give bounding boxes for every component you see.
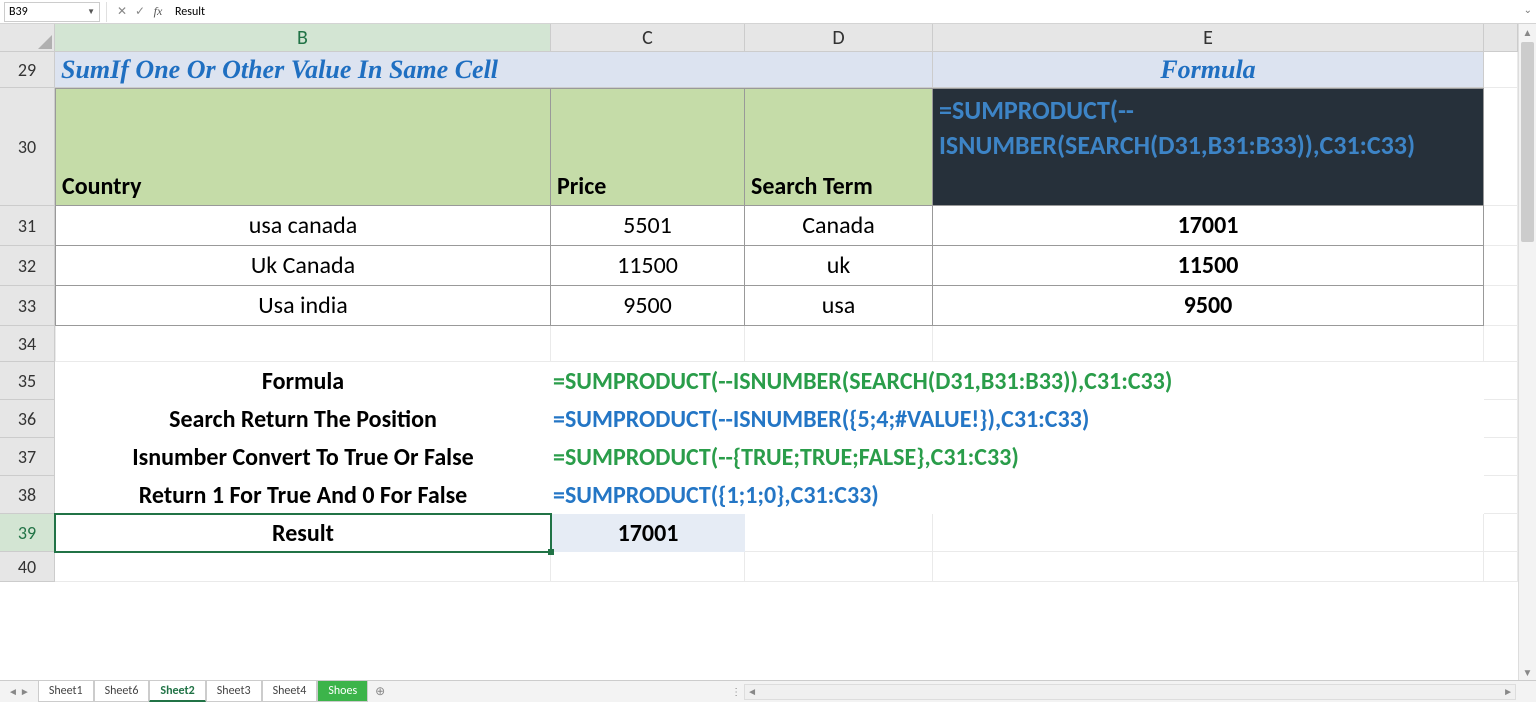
row-header-31[interactable]: 31 bbox=[0, 206, 55, 246]
cell-B38[interactable]: Return 1 For True And 0 For False bbox=[55, 476, 551, 514]
tab-sheet1[interactable]: Sheet1 bbox=[38, 681, 94, 702]
cell-blank[interactable] bbox=[1484, 286, 1518, 326]
formula-bar-expand-icon[interactable]: ⌄ bbox=[1524, 3, 1532, 16]
cell-C37[interactable]: =SUMPRODUCT(--{TRUE;TRUE;FALSE},C31:C33) bbox=[551, 438, 1484, 476]
col-header-C[interactable]: C bbox=[551, 24, 745, 52]
cell-E40[interactable] bbox=[933, 552, 1484, 582]
row-header-36[interactable]: 36 bbox=[0, 400, 55, 438]
col-header-blank[interactable] bbox=[1484, 24, 1518, 52]
sheet-nav[interactable]: ◄ ► bbox=[0, 685, 38, 698]
cell-E31[interactable]: 17001 bbox=[933, 206, 1484, 246]
enter-icon[interactable]: ✓ bbox=[131, 3, 149, 21]
fx-icon[interactable]: fx bbox=[149, 3, 167, 21]
cell-D40[interactable] bbox=[745, 552, 933, 582]
cell-blank[interactable] bbox=[1484, 476, 1518, 514]
cell-blank[interactable] bbox=[1484, 552, 1518, 582]
col-header-B[interactable]: B bbox=[55, 24, 551, 52]
cell-C33[interactable]: 9500 bbox=[551, 286, 745, 326]
row-header-33[interactable]: 33 bbox=[0, 286, 55, 326]
cell-blank[interactable] bbox=[1484, 206, 1518, 246]
cell-D34[interactable] bbox=[745, 326, 933, 362]
new-sheet-button[interactable]: ⊕ bbox=[368, 681, 392, 702]
cell-B33[interactable]: Usa india bbox=[55, 286, 551, 326]
cell-B32[interactable]: Uk Canada bbox=[55, 246, 551, 286]
cell-D33[interactable]: usa bbox=[745, 286, 933, 326]
cell-E33[interactable]: 9500 bbox=[933, 286, 1484, 326]
formula-input[interactable]: Result bbox=[167, 5, 1536, 19]
row-header-34[interactable]: 34 bbox=[0, 326, 55, 362]
cell-C38[interactable]: =SUMPRODUCT({1;1;0},C31:C33) bbox=[551, 476, 1484, 514]
name-box-value: B39 bbox=[9, 5, 28, 19]
cell-B35[interactable]: Formula bbox=[55, 362, 551, 400]
cell-E34[interactable] bbox=[933, 326, 1484, 362]
cell-B39[interactable]: Result bbox=[55, 514, 551, 552]
col-header-E[interactable]: E bbox=[933, 24, 1484, 52]
cell-blank[interactable] bbox=[1484, 326, 1518, 362]
cell-D31[interactable]: Canada bbox=[745, 206, 933, 246]
cell-blank[interactable] bbox=[1484, 246, 1518, 286]
cell-D39[interactable] bbox=[745, 514, 933, 552]
cell-B36[interactable]: Search Return The Position bbox=[55, 400, 551, 438]
spreadsheet-grid: B C D E 29 SumIf One Or Other Value In S… bbox=[0, 24, 1536, 680]
row-header-39[interactable]: 39 bbox=[0, 514, 55, 552]
tab-sheet6[interactable]: Sheet6 bbox=[94, 681, 150, 702]
cell-C32[interactable]: 11500 bbox=[551, 246, 745, 286]
tab-scroll-divider[interactable]: ⋮ bbox=[732, 681, 740, 702]
name-box[interactable]: B39 ▼ bbox=[4, 2, 100, 22]
scroll-down-icon[interactable]: ▼ bbox=[1519, 664, 1536, 680]
cell-C35[interactable]: =SUMPRODUCT(--ISNUMBER(SEARCH(D31,B31:B3… bbox=[551, 362, 1484, 400]
scroll-thumb[interactable] bbox=[1521, 42, 1534, 242]
row-header-37[interactable]: 37 bbox=[0, 438, 55, 476]
cell-E39[interactable] bbox=[933, 514, 1484, 552]
divider bbox=[106, 2, 107, 22]
name-box-dropdown-icon[interactable]: ▼ bbox=[87, 7, 95, 17]
tab-sheet2[interactable]: Sheet2 bbox=[149, 681, 205, 702]
cell-D32[interactable]: uk bbox=[745, 246, 933, 286]
row-header-40[interactable]: 40 bbox=[0, 552, 55, 582]
cell-C40[interactable] bbox=[551, 552, 745, 582]
header-formula-text[interactable]: =SUMPRODUCT(--ISNUMBER(SEARCH(D31,B31:B3… bbox=[933, 88, 1484, 206]
header-country[interactable]: Country bbox=[55, 88, 551, 206]
cell-B31[interactable]: usa canada bbox=[55, 206, 551, 246]
cell-C34[interactable] bbox=[551, 326, 745, 362]
cell-C31[interactable]: 5501 bbox=[551, 206, 745, 246]
row-header-38[interactable]: 38 bbox=[0, 476, 55, 514]
scroll-up-icon[interactable]: ▲ bbox=[1519, 24, 1536, 40]
header-search-term[interactable]: Search Term bbox=[745, 88, 933, 206]
row-header-35[interactable]: 35 bbox=[0, 362, 55, 400]
select-all-corner[interactable] bbox=[0, 24, 55, 52]
vertical-scrollbar[interactable]: ▲ ▼ bbox=[1518, 24, 1536, 680]
sheet-tab-bar: ◄ ► Sheet1 Sheet6 Sheet2 Sheet3 Sheet4 S… bbox=[0, 680, 1536, 702]
cell-blank[interactable] bbox=[1484, 88, 1518, 206]
cell-blank[interactable] bbox=[1484, 400, 1518, 438]
cell-blank[interactable] bbox=[1484, 438, 1518, 476]
cell-E32[interactable]: 11500 bbox=[933, 246, 1484, 286]
col-header-D[interactable]: D bbox=[745, 24, 933, 52]
title-formula[interactable]: Formula bbox=[933, 52, 1484, 88]
cancel-icon[interactable]: ✕ bbox=[113, 3, 131, 21]
cell-blank[interactable] bbox=[1484, 514, 1518, 552]
tab-sheet4[interactable]: Sheet4 bbox=[262, 681, 318, 702]
sheet-tabs: Sheet1 Sheet6 Sheet2 Sheet3 Sheet4 Shoes… bbox=[38, 681, 392, 702]
cell-B37[interactable]: Isnumber Convert To True Or False bbox=[55, 438, 551, 476]
row-header-32[interactable]: 32 bbox=[0, 246, 55, 286]
cell-C36[interactable]: =SUMPRODUCT(--ISNUMBER({5;4;#VALUE!}),C3… bbox=[551, 400, 1484, 438]
nav-prev-icon[interactable]: ◄ bbox=[8, 685, 18, 698]
title-sumif[interactable]: SumIf One Or Other Value In Same Cell bbox=[55, 52, 933, 88]
nav-next-icon[interactable]: ► bbox=[20, 685, 30, 698]
cell-B34[interactable] bbox=[55, 326, 551, 362]
cell-C39[interactable]: 17001 bbox=[551, 514, 745, 552]
row-header-29[interactable]: 29 bbox=[0, 52, 55, 88]
formula-bar: B39 ▼ ✕ ✓ fx Result ⌄ bbox=[0, 0, 1536, 24]
tab-sheet3[interactable]: Sheet3 bbox=[206, 681, 262, 702]
header-price[interactable]: Price bbox=[551, 88, 745, 206]
cell-blank[interactable] bbox=[1484, 52, 1518, 88]
horizontal-scrollbar[interactable] bbox=[744, 684, 1516, 700]
row-header-30[interactable]: 30 bbox=[0, 88, 55, 206]
cell-blank[interactable] bbox=[1484, 362, 1518, 400]
tab-shoes[interactable]: Shoes bbox=[317, 681, 368, 702]
cell-B40[interactable] bbox=[55, 552, 551, 582]
